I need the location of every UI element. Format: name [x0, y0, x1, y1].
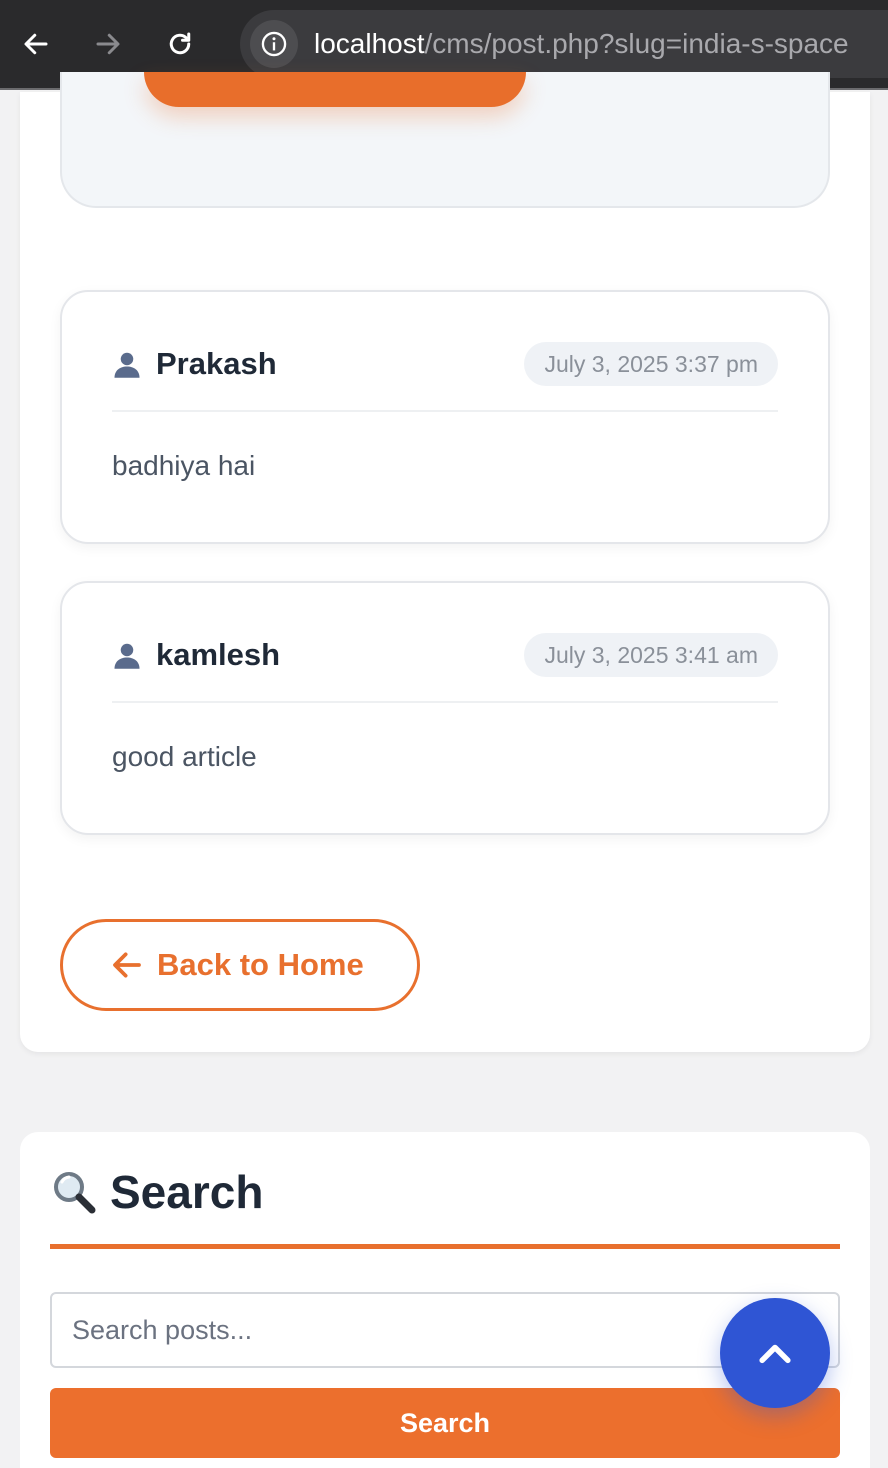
comment-author: Prakash: [156, 346, 277, 381]
info-icon[interactable]: [250, 20, 298, 68]
magnifier-icon: [54, 1172, 96, 1214]
comment-author-wrap: kamlesh: [112, 633, 280, 677]
search-button[interactable]: Search: [50, 1388, 840, 1458]
search-title-underline: [50, 1244, 840, 1249]
comment-date: July 3, 2025 3:41 am: [524, 633, 778, 677]
comment-card: kamlesh July 3, 2025 3:41 am good articl…: [60, 581, 830, 835]
arrow-left-icon: [24, 33, 48, 55]
scroll-to-top-button[interactable]: [720, 1298, 830, 1408]
url-host: localhost: [314, 28, 425, 59]
comment-date: July 3, 2025 3:37 pm: [524, 342, 778, 386]
comment-card: Prakash July 3, 2025 3:37 pm badhiya hai: [60, 290, 830, 544]
comment-author: kamlesh: [156, 637, 281, 672]
address-bar[interactable]: localhost/cms/post.php?slug=india-s-spac…: [240, 10, 888, 78]
arrow-right-icon: [96, 33, 120, 55]
back-to-home-button[interactable]: Back to Home: [60, 919, 420, 1011]
search-heading: Search: [50, 1164, 263, 1220]
comment-header: kamlesh July 3, 2025 3:41 am: [112, 633, 778, 703]
url-path: /cms/post.php?slug=india-s-space: [424, 28, 849, 59]
chevron-up-icon: [759, 1344, 791, 1364]
search-widget: Search Search: [20, 1132, 870, 1468]
comment-body: good article: [112, 741, 257, 772]
user-icon: [114, 643, 140, 669]
comment-header: Prakash July 3, 2025 3:37 pm: [112, 342, 778, 412]
comment-body: badhiya hai: [112, 450, 256, 481]
back-to-home-label: Back to Home: [157, 947, 364, 982]
comment-author-wrap: Prakash: [112, 342, 277, 386]
arrow-left-icon: [113, 952, 141, 978]
post-card: Prakash July 3, 2025 3:37 pm badhiya hai…: [20, 72, 870, 1052]
comment-form-panel: [60, 72, 830, 208]
reload-icon: [169, 32, 191, 55]
user-icon: [114, 352, 140, 378]
url-text: localhost/cms/post.php?slug=india-s-spac…: [314, 28, 849, 60]
submit-comment-button[interactable]: [144, 72, 526, 107]
search-title: Search: [110, 1166, 264, 1218]
